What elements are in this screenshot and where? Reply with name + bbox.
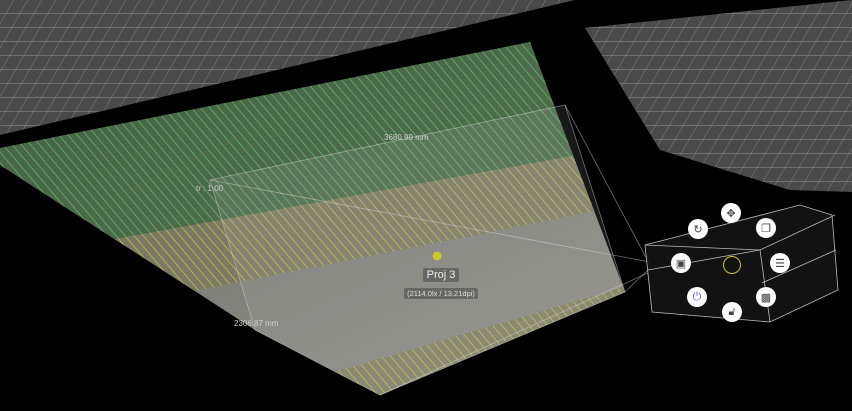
properties-button[interactable]: ▣ xyxy=(671,253,691,273)
power-button[interactable]: ⏻ xyxy=(687,287,707,307)
rotate-button[interactable]: ↻ xyxy=(688,219,708,239)
throw-ratio-label: tr : 1.00 xyxy=(196,184,224,193)
duplicate-button[interactable]: ❐ xyxy=(756,218,776,238)
settings-button[interactable]: ☰ xyxy=(770,253,790,273)
projector-info: (2114.0lx / 13.21dpi) xyxy=(404,288,478,299)
floor-grid-right xyxy=(585,0,852,192)
width-dimension-label: 3680.99 mm xyxy=(384,133,429,142)
height-dimension-label: 2306.87 mm xyxy=(234,319,279,328)
rotate-icon: ↻ xyxy=(693,223,703,236)
portrait-icon: ▣ xyxy=(675,257,687,270)
projector-label[interactable]: Proj 3 (2114.0lx / 13.21dpi) xyxy=(396,265,486,301)
menu-center-ring xyxy=(723,256,741,274)
projector-name: Proj 3 xyxy=(422,268,460,282)
projector-center-dot[interactable] xyxy=(432,251,442,261)
lock-button[interactable]: 🔓︎ xyxy=(722,302,742,322)
sliders-icon: ☰ xyxy=(775,257,785,270)
power-icon: ⏻ xyxy=(692,290,702,303)
image-icon: ▩ xyxy=(760,291,772,304)
copy-icon: ❐ xyxy=(761,222,771,235)
lock-icon: 🔓︎ xyxy=(728,305,736,318)
move-button[interactable]: ✥ xyxy=(721,203,741,223)
move-icon: ✥ xyxy=(726,207,736,220)
content-button[interactable]: ▩ xyxy=(756,287,776,307)
